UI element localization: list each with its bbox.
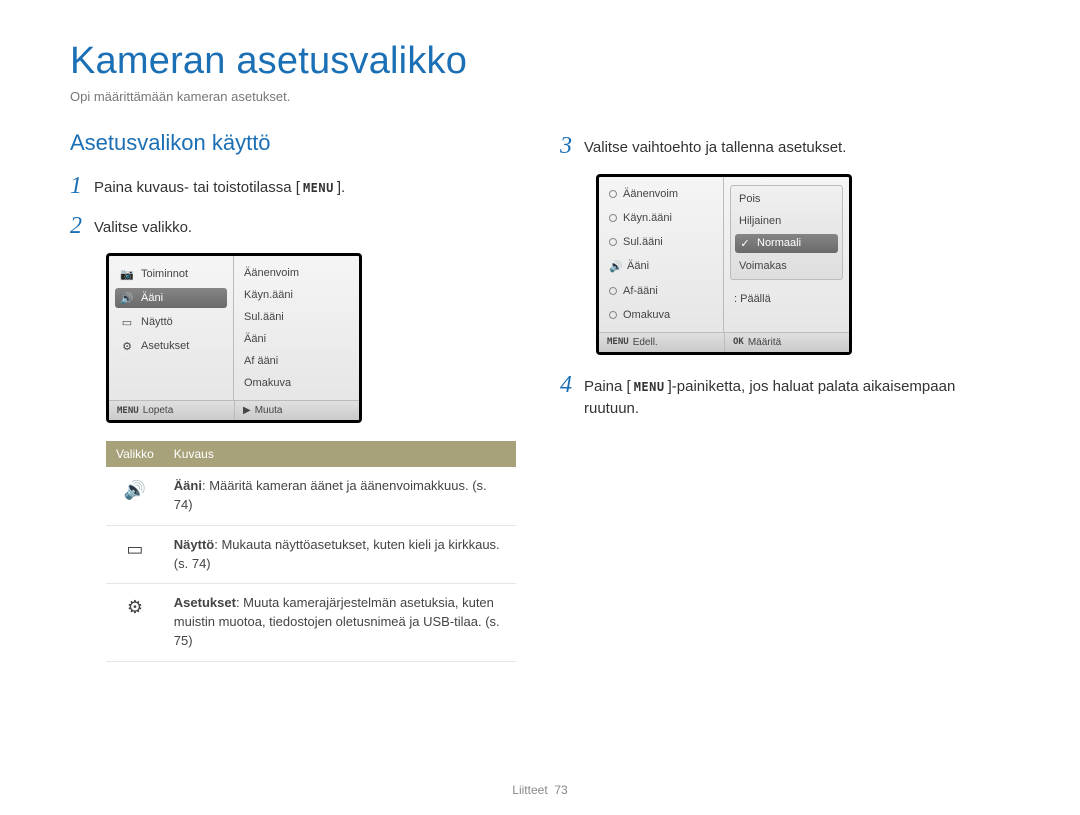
sound-icon: 🔊 bbox=[609, 260, 621, 273]
menu-label: MENU bbox=[631, 377, 668, 397]
page-footer: Liitteet 73 bbox=[0, 783, 1080, 797]
menu-item-naytto: ▭ Näyttö bbox=[115, 312, 227, 332]
sound-icon: 🔊 bbox=[124, 480, 146, 500]
table-row: 🔊 Ääni: Määritä kameran äänet ja äänenvo… bbox=[106, 467, 516, 525]
step-3-text: Valitse vaihtoehto ja tallenna asetukset… bbox=[584, 134, 1010, 160]
step-number-3: 3 bbox=[560, 134, 572, 158]
submenu-item: Af ääni bbox=[240, 352, 353, 370]
option-item: Sul.ääni bbox=[605, 233, 717, 251]
menu-description-table: Valikko Kuvaus 🔊 Ääni: Määritä kameran ä… bbox=[106, 441, 516, 662]
camera-screen-options: Äänenvoim Käyn.ääni Sul.ääni 🔊Ääni Af-ää… bbox=[596, 174, 852, 355]
camera-screen-menu: 📷 Toiminnot 🔊 Ääni ▭ Näyttö ⚙ Asetukset bbox=[106, 253, 362, 423]
option-value: : Päällä bbox=[730, 290, 843, 308]
sound-icon: 🔊 bbox=[119, 291, 135, 305]
step-number-1: 1 bbox=[70, 174, 82, 198]
check-icon: ✓ bbox=[739, 237, 751, 250]
display-icon: ▭ bbox=[119, 315, 135, 329]
step-2-text: Valitse valikko. bbox=[94, 214, 520, 240]
option-item: 🔊Ääni bbox=[605, 257, 717, 276]
submenu-item: Käyn.ääni bbox=[240, 286, 353, 304]
menu-label: MENU bbox=[300, 178, 337, 198]
value-item: Pois bbox=[735, 190, 838, 208]
camera-icon: 📷 bbox=[119, 267, 135, 281]
play-icon: ▶ bbox=[243, 405, 251, 416]
footer-change: ▶ Muuta bbox=[234, 401, 359, 420]
value-item-selected: ✓Normaali bbox=[735, 234, 838, 253]
option-item: Äänenvoim bbox=[605, 185, 717, 203]
option-item: Käyn.ääni bbox=[605, 209, 717, 227]
footer-back: MENU Edell. bbox=[599, 333, 724, 352]
page-title: Kameran asetusvalikko bbox=[70, 40, 1010, 83]
submenu-item: Ääni bbox=[240, 330, 353, 348]
step-4-text: Paina [MENU]-painiketta, jos haluat pala… bbox=[584, 373, 1010, 421]
submenu-item: Sul.ääni bbox=[240, 308, 353, 326]
menu-item-asetukset: ⚙ Asetukset bbox=[115, 336, 227, 356]
gear-icon: ⚙ bbox=[119, 339, 135, 353]
value-item: Voimakas bbox=[735, 257, 838, 275]
submenu-item: Omakuva bbox=[240, 374, 353, 392]
submenu-item: Äänenvoim bbox=[240, 264, 353, 282]
display-icon: ▭ bbox=[126, 539, 143, 559]
table-head-desc: Kuvaus bbox=[164, 441, 516, 467]
footer-exit: MENU Lopeta bbox=[109, 401, 234, 420]
menu-item-toiminnot: 📷 Toiminnot bbox=[115, 264, 227, 284]
section-title: Asetusvalikon käyttö bbox=[70, 130, 520, 156]
table-row: ⚙ Asetukset: Muuta kamerajärjestelmän as… bbox=[106, 584, 516, 662]
footer-set: OK Määritä bbox=[724, 333, 849, 352]
table-head-menu: Valikko bbox=[106, 441, 164, 467]
step-number-4: 4 bbox=[560, 373, 572, 397]
option-item: Omakuva bbox=[605, 306, 717, 324]
page-subtitle: Opi määrittämään kameran asetukset. bbox=[70, 89, 1010, 104]
gear-icon: ⚙ bbox=[127, 597, 143, 617]
value-item: Hiljainen bbox=[735, 212, 838, 230]
option-item: Af-ääni bbox=[605, 282, 717, 300]
step-number-2: 2 bbox=[70, 214, 82, 238]
menu-item-aani: 🔊 Ääni bbox=[115, 288, 227, 308]
table-row: ▭ Näyttö: Mukauta näyttöasetukset, kuten… bbox=[106, 525, 516, 584]
step-1-text: Paina kuvaus- tai toistotilassa [MENU]. bbox=[94, 174, 520, 200]
